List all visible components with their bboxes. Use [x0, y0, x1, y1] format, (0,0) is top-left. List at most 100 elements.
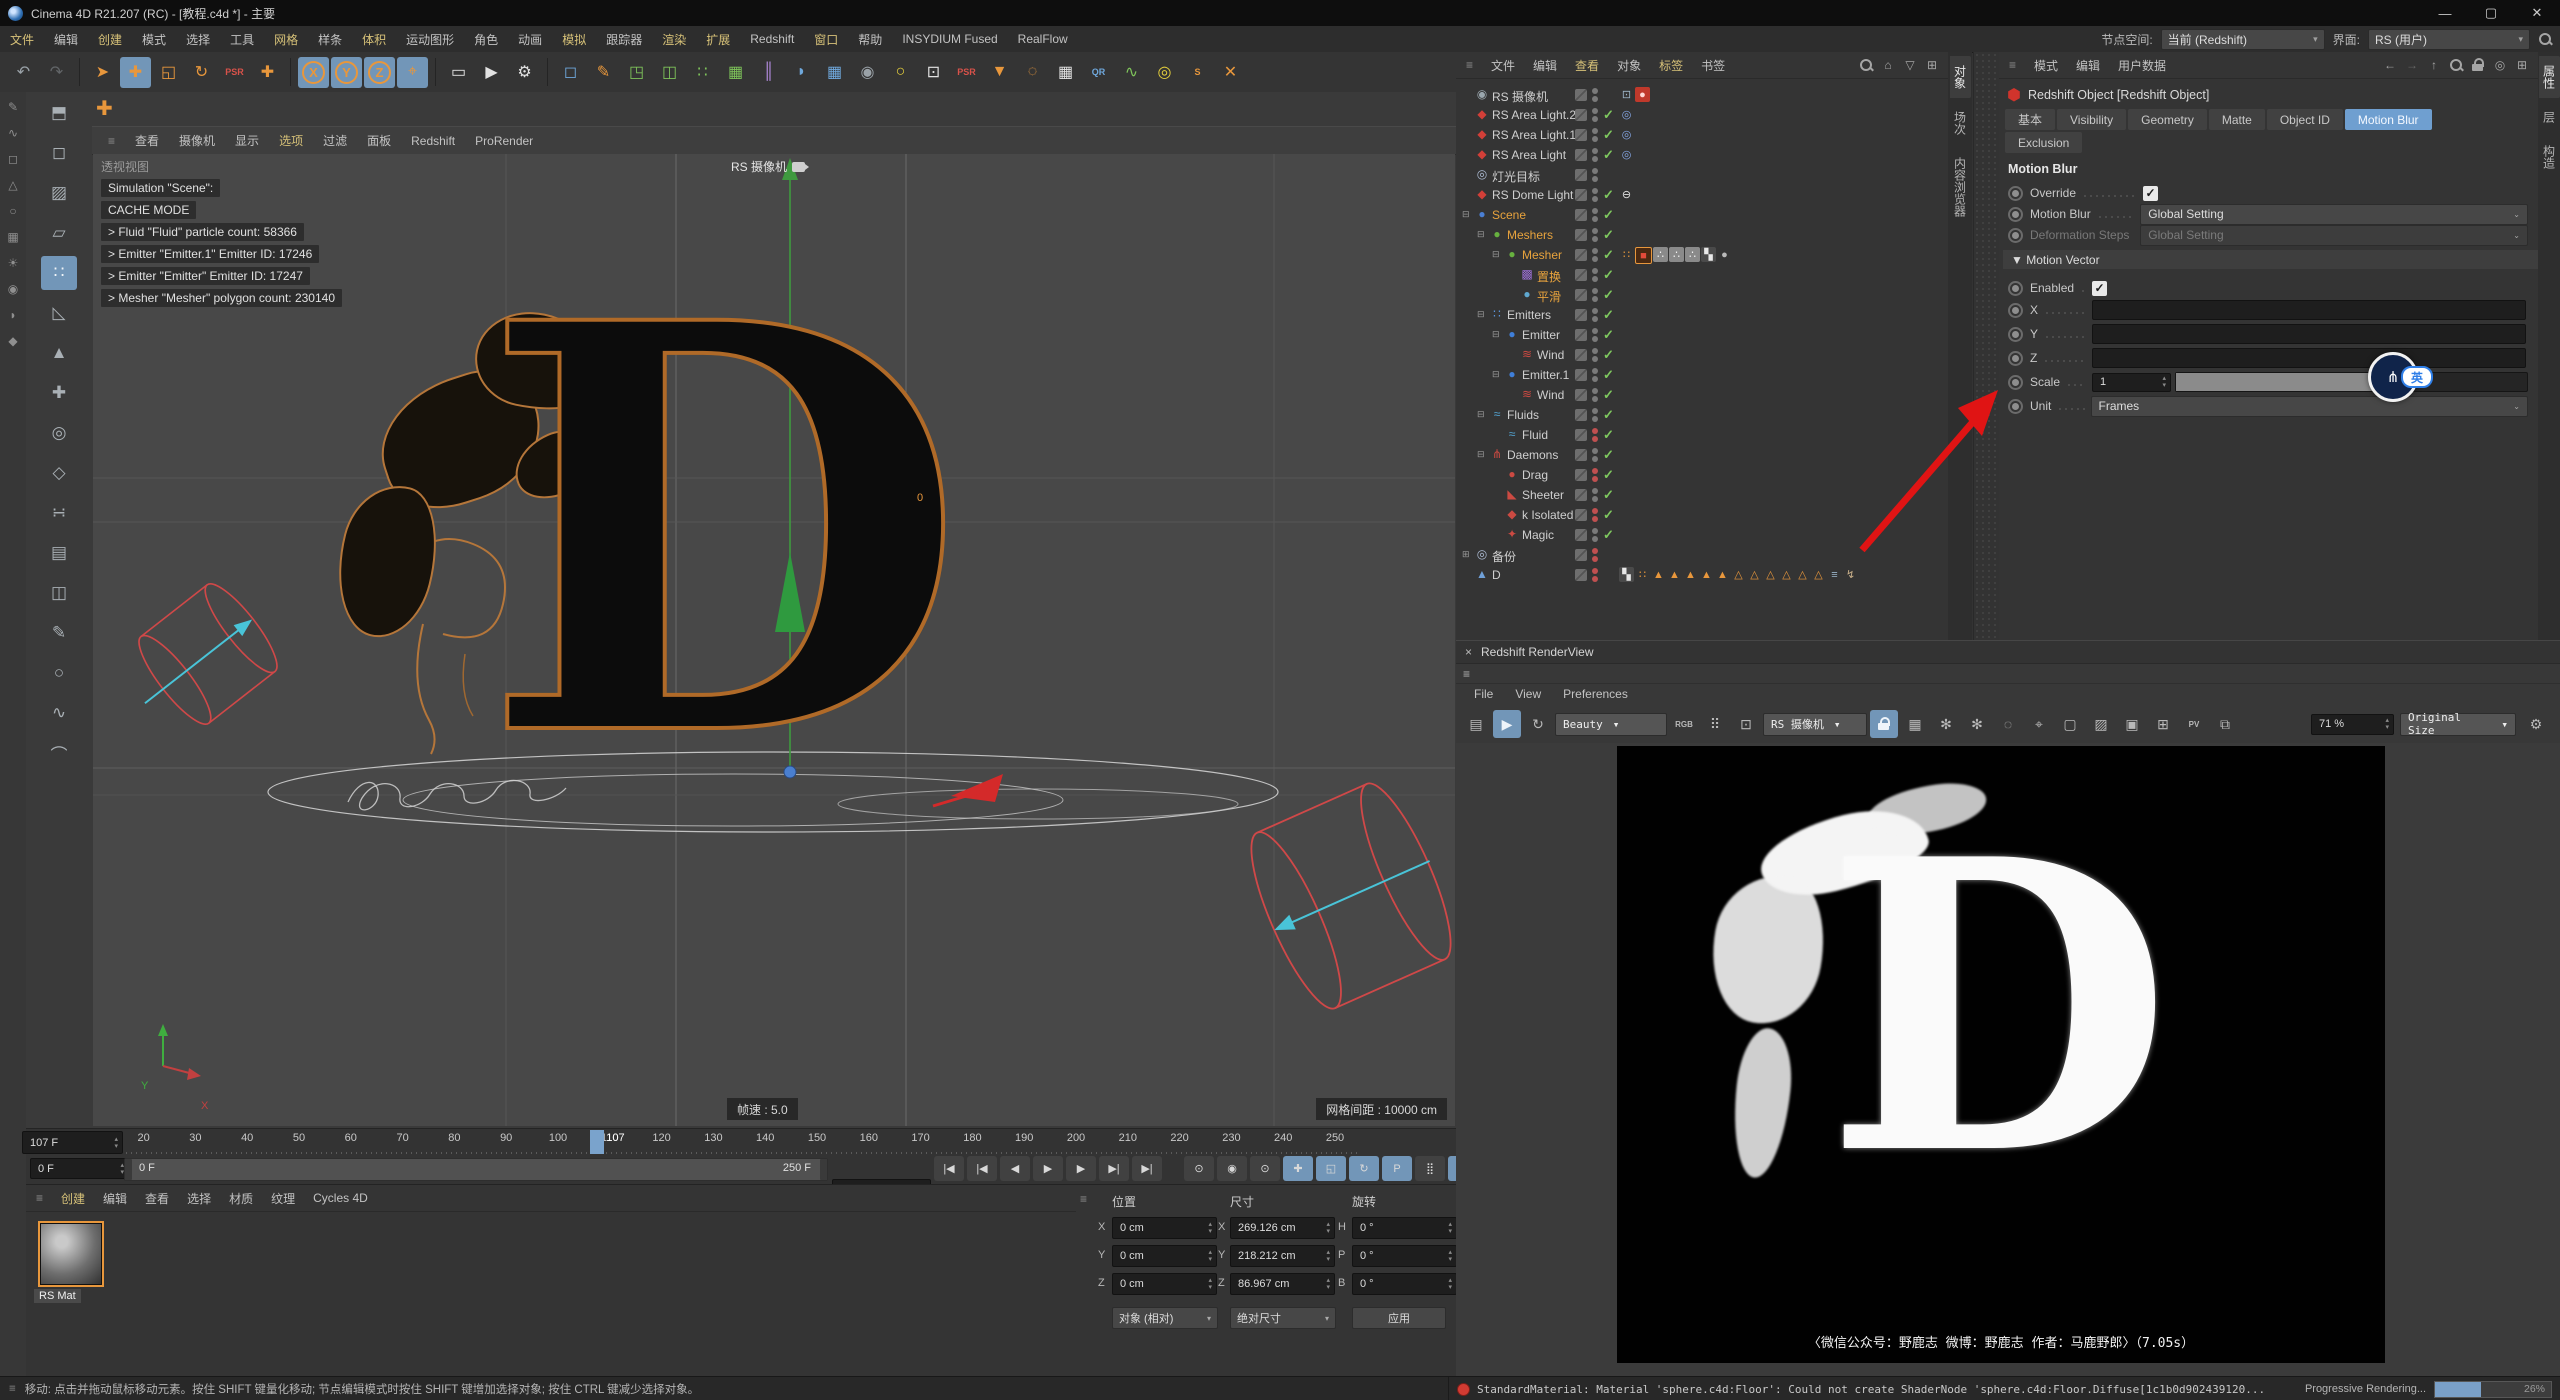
keyframe-dot-icon[interactable]	[2008, 228, 2023, 243]
particle-tag-icon[interactable]: ∷	[1619, 247, 1634, 262]
coord-mode-select[interactable]: 绝对尺寸▾	[1230, 1307, 1336, 1329]
visibility-dots[interactable]	[1592, 228, 1598, 244]
tri-o-tag-icon[interactable]: △	[1747, 567, 1762, 582]
object-manager-menu-对象[interactable]: 对象	[1608, 57, 1650, 74]
collapsed-spline-icon[interactable]: ∿	[5, 124, 22, 141]
tab-Exclusion[interactable]: Exclusion	[2005, 132, 2082, 153]
enabled-check-icon[interactable]: ✓	[1603, 427, 1614, 443]
material-preview-rs-mat[interactable]	[38, 1221, 104, 1287]
menu-动画[interactable]: 动画	[508, 31, 552, 48]
collapse-icon[interactable]: ⊟	[1492, 329, 1500, 340]
editor-visibility-dot[interactable]	[1592, 108, 1598, 114]
coord-field-位置-Y[interactable]: 0 cm▴▾	[1112, 1245, 1217, 1267]
editor-visibility-dot[interactable]	[1592, 568, 1598, 574]
editor-visibility-dot[interactable]	[1592, 368, 1598, 374]
enabled-check-icon[interactable]: ✓	[1603, 267, 1614, 283]
om-tab-对象[interactable]: 对象	[1950, 56, 1971, 98]
lock-z-axis-icon[interactable]: Z	[364, 57, 395, 88]
search-icon[interactable]	[1858, 57, 1874, 73]
range-handle-left[interactable]	[125, 1159, 132, 1180]
redo-icon[interactable]: ↷	[41, 57, 72, 88]
menu-文件[interactable]: 文件	[0, 31, 44, 48]
enabled-check-icon[interactable]: ✓	[1603, 527, 1614, 543]
collapsed-cube-icon[interactable]: ◻	[5, 150, 22, 167]
collapse-icon[interactable]: ⊟	[1477, 409, 1485, 420]
size-select[interactable]: Original Size▾	[2400, 713, 2516, 736]
crop-region-icon[interactable]: ⊡	[1732, 710, 1760, 738]
enabled-check-icon[interactable]: ✓	[1603, 307, 1614, 323]
keyframe-dot-icon[interactable]	[2008, 281, 2023, 296]
rotate-icon[interactable]: ↻	[186, 57, 217, 88]
xparticles-icon[interactable]: ✕	[1215, 57, 1246, 88]
goto-end-icon[interactable]: ▶|	[1132, 1156, 1162, 1181]
save-image-icon[interactable]: ▣	[2118, 710, 2146, 738]
tri-f-tag-icon[interactable]: ▲	[1651, 567, 1666, 582]
enabled-check-icon[interactable]: ✓	[1603, 127, 1614, 143]
material-menu-纹理[interactable]: 纹理	[262, 1190, 304, 1207]
enabled-check-icon[interactable]: ✓	[1603, 247, 1614, 263]
preview-range-slider[interactable]: 0 F 250 F	[124, 1158, 828, 1181]
spinner-icon[interactable]: ▴▾	[1326, 1249, 1330, 1263]
tri-o-tag-icon[interactable]: △	[1779, 567, 1794, 582]
coord-field-尺寸-X[interactable]: 269.126 cm▴▾	[1230, 1217, 1335, 1239]
send-to-picture-viewer-icon[interactable]: PV	[2180, 710, 2208, 738]
range-handle-right[interactable]	[820, 1159, 827, 1180]
render-visibility-dot[interactable]	[1592, 456, 1598, 462]
menu-模拟[interactable]: 模拟	[552, 31, 596, 48]
layer-toggle[interactable]	[1575, 149, 1587, 161]
renderview-menu-Preferences[interactable]: Preferences	[1553, 687, 1638, 701]
editor-visibility-dot[interactable]	[1592, 408, 1598, 414]
arc-tool-icon[interactable]: ⌒	[41, 736, 77, 770]
psr-tool-icon[interactable]: PSR	[219, 57, 250, 88]
enabled-check-icon[interactable]: ✓	[1603, 107, 1614, 123]
menu-帮助[interactable]: 帮助	[848, 31, 892, 48]
layer-toggle[interactable]	[1575, 329, 1587, 341]
layer-toggle[interactable]	[1575, 109, 1587, 121]
letter-d-mesh[interactable]: D	[481, 252, 967, 812]
editor-visibility-dot[interactable]	[1592, 388, 1598, 394]
coord-field-旋转-B[interactable]: 0 °▴▾	[1352, 1273, 1457, 1295]
unit-select[interactable]: Frames⌄	[2091, 396, 2529, 417]
enabled-check-icon[interactable]: ✓	[1603, 407, 1614, 423]
spinner-icon[interactable]: ▴▾	[1326, 1277, 1330, 1291]
snapshot-strip-icon[interactable]: ▤	[1462, 710, 1490, 738]
enabled-check-icon[interactable]: ✓	[1603, 147, 1614, 163]
spinner-icon[interactable]: ▴▾	[1208, 1277, 1212, 1291]
layer-toggle[interactable]	[1575, 89, 1587, 101]
qr-plugin-icon[interactable]: QR	[1083, 57, 1114, 88]
enabled-check-icon[interactable]: ✓	[1603, 367, 1614, 383]
prev-frame-icon[interactable]: ◀	[1000, 1156, 1030, 1181]
enabled-check-icon[interactable]: ✓	[1603, 387, 1614, 403]
pass-select[interactable]: Beauty▾	[1555, 713, 1667, 736]
xpresso-icon[interactable]: ⊡	[918, 57, 949, 88]
coord-mode-select[interactable]: 对象 (相对)▾	[1112, 1307, 1218, 1329]
render-visibility-dot[interactable]	[1592, 96, 1598, 102]
object-manager-menu-icon[interactable]: ≡	[1462, 58, 1482, 72]
enable-snap-icon[interactable]: ◇	[41, 456, 77, 490]
layer-toggle[interactable]	[1575, 369, 1587, 381]
om-tab-内容浏览器[interactable]: 内容浏览器	[1950, 148, 1971, 226]
material-menu-选择[interactable]: 选择	[178, 1190, 220, 1207]
drop-to-floor-icon[interactable]: ▼	[984, 57, 1015, 88]
motion-vector-group-header[interactable]: ▼ Motion Vector	[2003, 250, 2538, 269]
layer-toggle[interactable]	[1575, 129, 1587, 141]
menu-Redshift[interactable]: Redshift	[740, 32, 804, 46]
tab-Visibility[interactable]: Visibility	[2057, 109, 2126, 130]
maximize-button[interactable]: ▢	[2468, 0, 2514, 26]
attribute-menu-编辑[interactable]: 编辑	[2067, 57, 2109, 74]
viewport-canvas[interactable]: D 0 RS 摄像机 透视视图 Simulation "Scene":CACHE…	[93, 154, 1455, 1126]
timeline-playhead[interactable]	[590, 1130, 604, 1154]
layer-toggle[interactable]	[1575, 449, 1587, 461]
render-visibility-dot[interactable]	[1592, 536, 1598, 542]
visibility-dots[interactable]	[1592, 328, 1598, 344]
enabled-check-icon[interactable]: ✓	[1603, 347, 1614, 363]
keyframe-dot-icon[interactable]	[2008, 207, 2023, 222]
camera-lock-icon[interactable]	[1870, 710, 1898, 738]
selection-tag-icon[interactable]: ∴	[1653, 247, 1668, 262]
collapsed-camera-icon[interactable]: ◉	[5, 280, 22, 297]
selection-tag-icon[interactable]: ∴	[1669, 247, 1684, 262]
editor-visibility-dot[interactable]	[1592, 228, 1598, 234]
quantize-icon[interactable]: ∺	[41, 496, 77, 530]
collapsed-tag-icon[interactable]: ◆	[5, 332, 22, 349]
menu-创建[interactable]: 创建	[88, 31, 132, 48]
